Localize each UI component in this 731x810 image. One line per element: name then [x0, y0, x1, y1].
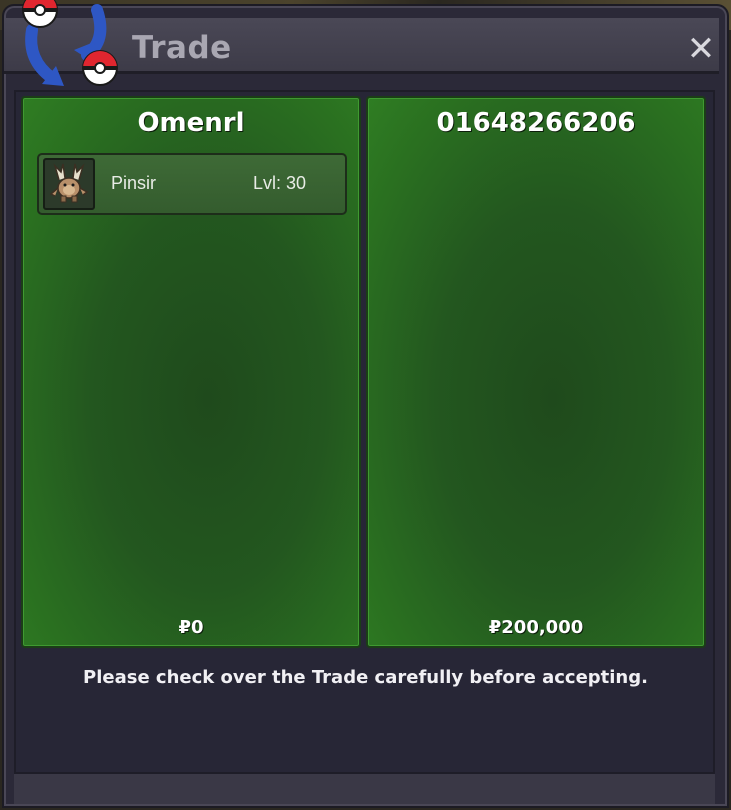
trade-pokemon-slot[interactable]: Pinsir Lvl: 30 — [37, 153, 347, 215]
pinsir-sprite-icon — [49, 163, 89, 203]
window-footer — [14, 774, 715, 804]
trade-notice: Please check over the Trade carefully be… — [83, 667, 648, 688]
close-button[interactable]: ✕ — [683, 31, 719, 67]
trade-panel-partner: 01648266206 ₽200,000 — [366, 96, 706, 648]
money-amount: 200,000 — [501, 617, 584, 638]
money-offer: ₽0 — [23, 617, 359, 638]
currency-icon: ₽ — [488, 617, 502, 638]
trade-panel-self: Omenrl Pinsir Lvl: 30 ₽0 — [21, 96, 361, 648]
money-amount: 0 — [191, 617, 204, 638]
currency-icon: ₽ — [178, 617, 191, 638]
partner-name: 01648266206 — [436, 108, 636, 138]
pokemon-icon-frame — [43, 158, 95, 210]
trade-swap-icon — [22, 0, 118, 86]
pokemon-level: Lvl: 30 — [253, 173, 307, 193]
money-offer: ₽200,000 — [368, 617, 704, 638]
player-name: Omenrl — [137, 108, 245, 138]
pokemon-name: Pinsir — [111, 173, 157, 193]
window-title: Trade — [132, 30, 232, 66]
